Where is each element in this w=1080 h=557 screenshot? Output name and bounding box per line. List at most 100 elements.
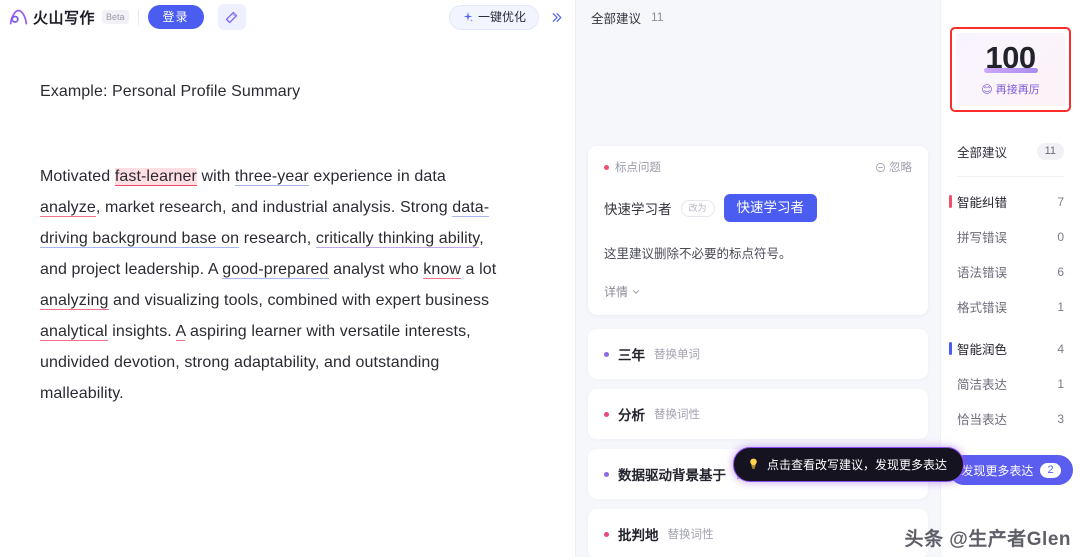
toolbar-divider bbox=[137, 9, 139, 25]
sidebar-item-group[interactable]: 智能纠错 7 bbox=[941, 184, 1080, 219]
document-text: research, bbox=[239, 230, 316, 247]
sidebar-item-all-suggestions[interactable]: 全部建议 11 bbox=[957, 142, 1064, 177]
document-editor[interactable]: Example: Personal Profile Summary Motiva… bbox=[0, 34, 575, 557]
severity-dot-icon bbox=[604, 411, 609, 417]
sidebar-item-sub[interactable]: 简洁表达 1 bbox=[941, 366, 1080, 401]
score-highlight-box: 100 😊 再接再厉 bbox=[950, 27, 1071, 112]
sidebar-item-count: 1 bbox=[1057, 376, 1064, 391]
document-marked-text[interactable]: analyze bbox=[40, 199, 96, 217]
document-marked-text[interactable]: critically thinking ability bbox=[315, 230, 480, 248]
sidebar-all-label: 全部建议 bbox=[957, 146, 1008, 160]
document-marked-text[interactable]: analytical bbox=[40, 323, 108, 341]
one-click-optimize-label: 一键优化 bbox=[477, 9, 526, 24]
magic-wand-button[interactable] bbox=[217, 4, 246, 30]
discover-more-button[interactable]: 发现更多表达 2 bbox=[949, 455, 1073, 485]
sidebar-item-count: 1 bbox=[1057, 299, 1064, 314]
chevron-down-icon bbox=[633, 289, 639, 294]
suggestion-details-toggle[interactable]: 详情 bbox=[604, 283, 912, 300]
sidebar-item-sub[interactable]: 拼写错误 0 bbox=[941, 219, 1080, 254]
document-marked-text[interactable]: good-prepared bbox=[222, 261, 329, 279]
suggestion-row-word: 批判地 bbox=[618, 528, 659, 543]
replacement-original: 快速学习者 bbox=[604, 202, 672, 217]
suggestion-card[interactable]: 标点问题 忽略 快速学习者 改为 快速学习者 这里建议删除不必要的标点符号。 详… bbox=[588, 146, 928, 315]
severity-dot-icon bbox=[604, 471, 609, 477]
toolbar-right-group: 一键优化 bbox=[448, 0, 567, 34]
severity-dot-icon bbox=[604, 531, 609, 537]
sparkle-icon bbox=[463, 12, 473, 22]
one-click-optimize-button[interactable]: 一键优化 bbox=[448, 4, 539, 30]
suggestions-column: 全部建议 11 标点问题 忽略 快速学习者 改为 快速学习者 这里建议删除不必要… bbox=[575, 0, 965, 557]
sidebar-item-label: 语法错误 bbox=[957, 266, 1008, 280]
document-marked-text[interactable]: know bbox=[423, 261, 462, 279]
sidebar-item-count: 3 bbox=[1057, 411, 1064, 426]
app-root: 火山写作 Beta 登录 一键优化 Example: Personal Prof… bbox=[0, 0, 1080, 557]
suggestion-rows: 三年替换单词分析替换词性数据驱动背景基于替换词性批判地替换词性 bbox=[588, 329, 928, 557]
sidebar-item-label: 格式错误 bbox=[957, 301, 1008, 315]
document-text: a lot bbox=[461, 261, 497, 278]
suggestions-header-label: 全部建议 bbox=[591, 11, 642, 26]
sidebar-item-label: 拼写错误 bbox=[957, 231, 1008, 245]
discover-more-label: 发现更多表达 bbox=[961, 463, 1034, 478]
sidebar-item-sub[interactable]: 语法错误 6 bbox=[941, 254, 1080, 289]
document-marked-text[interactable]: fast-learner bbox=[114, 168, 197, 186]
editor-column: 火山写作 Beta 登录 一键优化 Example: Personal Prof… bbox=[0, 0, 575, 557]
minus-circle-icon bbox=[875, 162, 886, 172]
sidebar-item-sub[interactable]: 格式错误 1 bbox=[941, 289, 1080, 324]
document-text: experience in data bbox=[308, 168, 446, 185]
severity-dot-icon bbox=[604, 351, 609, 357]
document-text: with bbox=[196, 168, 235, 185]
suggestion-row-kind: 替换单词 bbox=[654, 349, 700, 361]
suggestion-note: 这里建议删除不必要的标点符号。 bbox=[604, 247, 792, 261]
severity-dot-icon bbox=[604, 164, 609, 170]
document-text: Motivated bbox=[40, 168, 115, 185]
suggestion-row-kind: 替换词性 bbox=[654, 409, 700, 421]
suggestion-card-header: 标点问题 忽略 bbox=[604, 159, 912, 175]
score-card: 100 😊 再接再厉 bbox=[956, 33, 1065, 106]
sidebar-item-label: 简洁表达 bbox=[957, 378, 1008, 392]
ignore-label: 忽略 bbox=[889, 162, 912, 174]
suggestion-card-tag-label: 标点问题 bbox=[615, 162, 661, 174]
brand: 火山写作 Beta bbox=[8, 7, 129, 28]
category-accent-bar bbox=[949, 195, 952, 208]
document-text: and visualizing tools, combined with exp… bbox=[108, 292, 490, 309]
document-text: analyst who bbox=[328, 261, 424, 278]
score-underline-decoration bbox=[983, 68, 1038, 73]
score-subtitle-label: 再接再厉 bbox=[995, 84, 1040, 96]
sidebar-item-label: 智能润色 bbox=[957, 343, 1008, 357]
ignore-button[interactable]: 忽略 bbox=[875, 159, 912, 175]
magic-wand-icon bbox=[225, 11, 238, 23]
document-text: insights. bbox=[107, 323, 176, 340]
document-text: , market research, and industrial analys… bbox=[95, 199, 453, 216]
suggestion-row[interactable]: 分析 替换词性 bbox=[588, 389, 928, 439]
document-paragraph: Motivated fast-learner with three-year e… bbox=[40, 161, 510, 409]
double-chevron-right-icon bbox=[552, 12, 561, 22]
sidebar-item-count: 6 bbox=[1057, 264, 1064, 279]
suggestion-row-word: 数据驱动背景基于 bbox=[618, 468, 726, 483]
document-title: Example: Personal Profile Summary bbox=[40, 83, 301, 100]
login-button[interactable]: 登录 bbox=[147, 5, 204, 29]
document-marked-text[interactable]: three-year bbox=[234, 168, 309, 186]
sidebar-item-count: 7 bbox=[1057, 194, 1064, 209]
document-marked-text[interactable]: A bbox=[175, 323, 186, 341]
watermark: 头条 @生产者Glen bbox=[904, 529, 1071, 550]
collapse-panel-button[interactable] bbox=[545, 6, 567, 28]
suggestion-row-kind: 替换词性 bbox=[667, 529, 714, 541]
lightbulb-icon bbox=[747, 457, 760, 473]
sidebar-item-count: 4 bbox=[1057, 341, 1064, 356]
smile-emoji-icon: 😊 bbox=[981, 83, 993, 96]
suggestion-row[interactable]: 三年 替换单词 bbox=[588, 329, 928, 379]
suggestion-card-tag: 标点问题 bbox=[604, 159, 661, 175]
sidebar-item-group[interactable]: 智能润色 4 bbox=[941, 331, 1080, 366]
top-toolbar: 火山写作 Beta 登录 一键优化 bbox=[0, 0, 575, 34]
document-marked-text[interactable]: analyzing bbox=[40, 292, 109, 310]
sidebar-item-sub[interactable]: 恰当表达 3 bbox=[941, 401, 1080, 436]
score-subtitle: 😊 再接再厉 bbox=[956, 81, 1065, 97]
discover-more-count: 2 bbox=[1040, 462, 1061, 478]
suggestions-header-count: 11 bbox=[651, 10, 664, 24]
suggestion-row[interactable]: 批判地 替换词性 bbox=[588, 509, 928, 557]
volcano-logo-icon bbox=[9, 9, 28, 24]
suggestion-details-label: 详情 bbox=[604, 285, 629, 299]
suggestions-header: 全部建议 11 bbox=[576, 0, 940, 34]
apply-replacement-button[interactable]: 快速学习者 bbox=[723, 194, 818, 222]
sidebar-all-count: 11 bbox=[1036, 143, 1064, 160]
